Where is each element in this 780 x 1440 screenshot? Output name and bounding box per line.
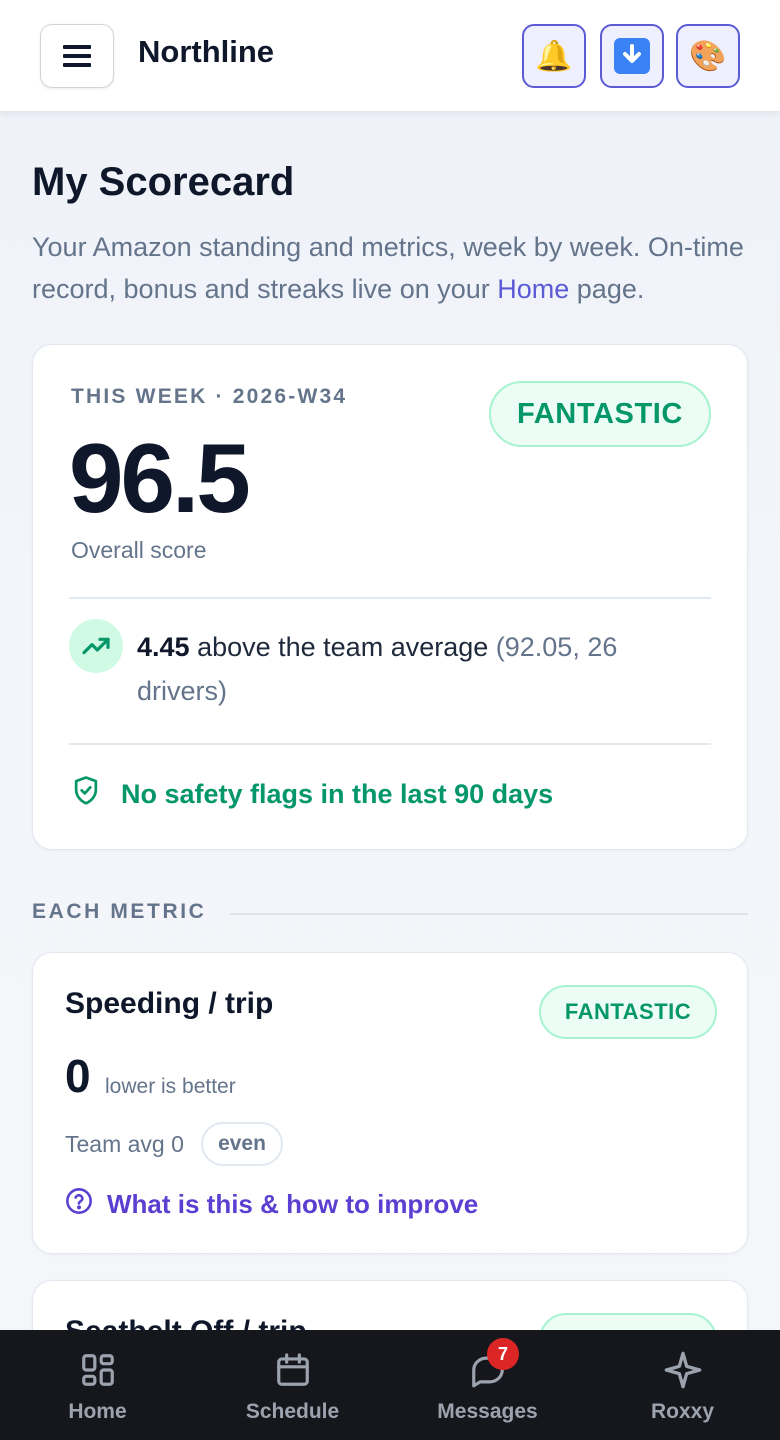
section-divider <box>230 913 748 915</box>
bottom-navigation: Home Schedule 7 Messages Roxxy <box>0 1330 780 1440</box>
page-description: Your Amazon standing and metrics, week b… <box>32 226 752 310</box>
app-title: Northline <box>138 34 275 69</box>
home-link[interactable]: Home <box>497 274 569 304</box>
hamburger-icon <box>63 45 91 67</box>
overall-score: 96.5 <box>69 423 251 533</box>
metric-card: Speeding / trip FANTASTIC 0 lower is bet… <box>32 952 748 1254</box>
notifications-button[interactable]: 🔔 <box>522 24 586 88</box>
palette-icon: 🎨 <box>689 39 727 73</box>
nav-label: Home <box>68 1400 127 1423</box>
week-label: THIS WEEK · 2026-W34 <box>71 385 348 408</box>
nav-label: Messages <box>437 1400 538 1423</box>
bell-icon: 🔔 <box>535 39 573 73</box>
delta-text: above the team average <box>189 632 496 662</box>
unread-badge: 7 <box>487 1338 519 1370</box>
description-tail: page. <box>569 274 645 304</box>
nav-item-home[interactable]: Home <box>0 1330 195 1440</box>
metric-title: Speeding / trip <box>65 987 274 1020</box>
metric-help-link[interactable]: What is this & how to improve <box>65 1187 478 1222</box>
score-label: Overall score <box>71 537 207 563</box>
nav-item-roxxy[interactable]: Roxxy <box>585 1330 780 1440</box>
nav-item-schedule[interactable]: Schedule <box>195 1330 390 1440</box>
weekly-summary-card: THIS WEEK · 2026-W34 FANTASTIC 96.5 Over… <box>32 344 748 850</box>
divider <box>69 743 711 745</box>
nav-label: Roxxy <box>650 1400 715 1423</box>
trend-up-icon <box>69 619 123 673</box>
download-button[interactable] <box>600 24 664 88</box>
metric-tier-badge: FANTASTIC <box>539 985 717 1039</box>
metric-hint: lower is better <box>105 1075 236 1098</box>
sparkle-icon <box>663 1350 703 1390</box>
theme-button[interactable]: 🎨 <box>676 24 740 88</box>
metric-value: 0 <box>65 1050 91 1102</box>
divider <box>69 597 711 599</box>
delta-value: 4.45 <box>137 632 190 662</box>
nav-label: Schedule <box>245 1400 340 1423</box>
download-icon <box>614 38 650 74</box>
shield-check-icon <box>71 775 101 814</box>
calendar-icon <box>273 1350 313 1390</box>
team-average: Team avg 0 <box>65 1131 184 1157</box>
comparison-chip: even <box>201 1122 283 1166</box>
section-label: EACH METRIC <box>32 900 207 923</box>
help-circle-icon <box>65 1187 93 1222</box>
menu-button[interactable] <box>40 24 114 88</box>
help-link-label: What is this & how to improve <box>107 1189 479 1219</box>
nav-item-messages[interactable]: 7 Messages <box>390 1330 585 1440</box>
tier-badge: FANTASTIC <box>489 381 711 447</box>
team-comparison: 4.45 above the team average (92.05, 26 d… <box>137 625 697 713</box>
top-bar: Northline 🔔 🎨 <box>0 0 780 112</box>
safety-status: No safety flags in the last 90 days <box>71 775 553 814</box>
page-title: My Scorecard <box>32 160 295 204</box>
grid-icon <box>78 1350 118 1390</box>
safety-text: No safety flags in the last 90 days <box>121 779 554 809</box>
